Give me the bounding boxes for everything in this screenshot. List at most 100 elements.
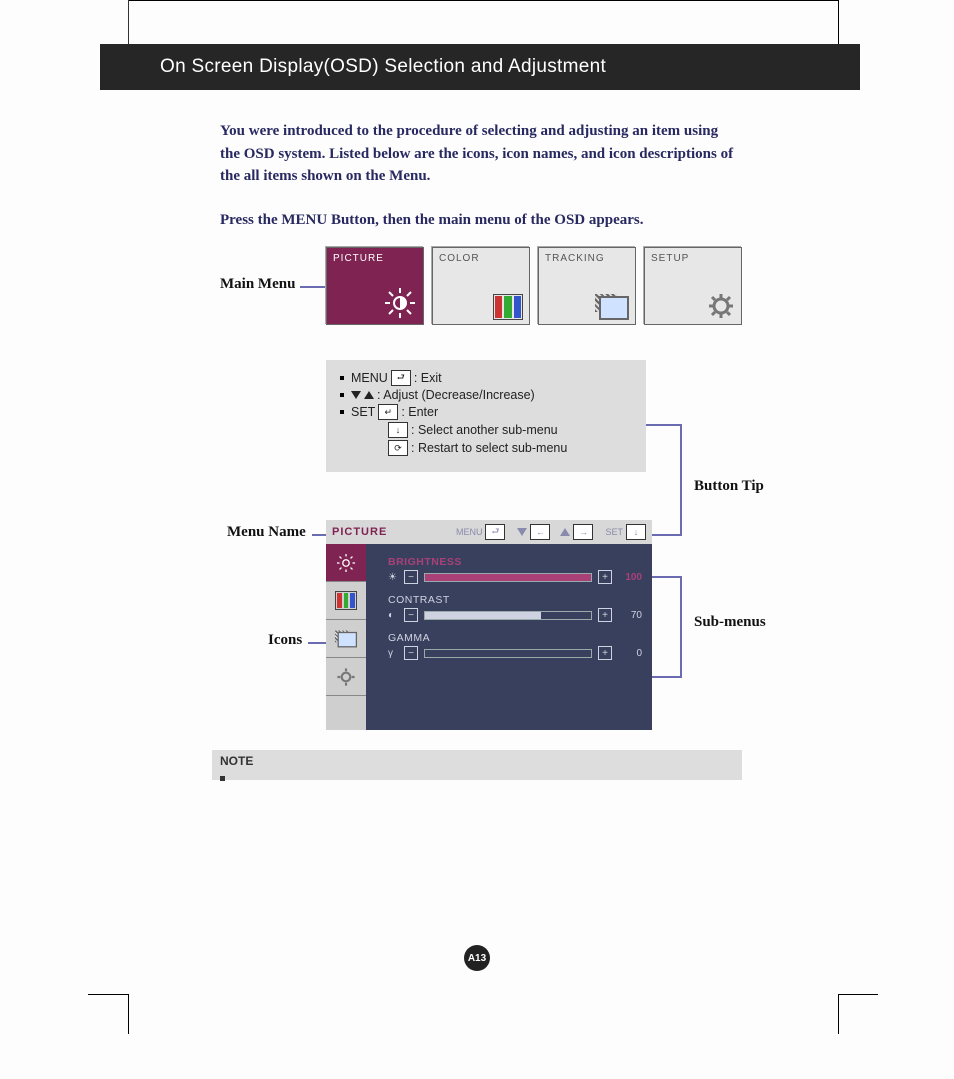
tip-down-desc: : Select another sub-menu (411, 423, 558, 437)
bullet-icon (220, 776, 225, 781)
pointer-line (680, 576, 682, 676)
label-menu-name: Menu Name (227, 524, 306, 541)
sub-contrast: CONTRAST ◐ − + 70 (388, 594, 642, 622)
crop-mark (88, 994, 128, 995)
plus-icon: + (598, 570, 612, 584)
minus-icon: − (404, 570, 418, 584)
crop-mark (838, 0, 839, 44)
enter-key-icon: ↵ (378, 404, 398, 420)
tile-tracking: TRACKING (538, 247, 636, 325)
tile-label: PICTURE (333, 253, 384, 264)
label-icons: Icons (268, 632, 302, 649)
osd-sidebar (326, 544, 366, 730)
tip-menu-desc: : Exit (414, 371, 442, 385)
sun-small-icon: ☀ (388, 572, 398, 583)
side-icon-setup (326, 658, 366, 696)
sub-value: 100 (618, 572, 642, 583)
crop-mark (128, 0, 129, 44)
tile-picture: PICTURE (326, 247, 424, 325)
return-key-icon: ⮐ (391, 370, 411, 386)
osd-title: PICTURE (332, 526, 387, 538)
pointer-line (652, 676, 682, 678)
down-key-icon: ↓ (388, 422, 408, 438)
page-number: A13 (468, 953, 486, 964)
side-icon-tracking (326, 620, 366, 658)
brightness-icon (383, 286, 417, 320)
tip-set-desc: : Enter (401, 405, 438, 419)
gamma-small-icon: γ (388, 648, 398, 659)
crop-mark (128, 0, 838, 1)
side-empty (326, 696, 366, 730)
page-title: On Screen Display(OSD) Selection and Adj… (160, 56, 606, 78)
slider-track (424, 649, 592, 658)
bullet-icon (340, 410, 344, 414)
pointer-line (300, 286, 326, 288)
osd-set-label: SET (605, 527, 623, 537)
plus-icon: + (598, 608, 612, 622)
minus-icon: − (404, 646, 418, 660)
minus-icon: − (404, 608, 418, 622)
bullet-icon (340, 393, 344, 397)
tile-setup: SETUP (644, 247, 742, 325)
sub-name: CONTRAST (388, 594, 642, 606)
side-icon-picture (326, 544, 366, 582)
label-submenus: Sub-menus (694, 614, 766, 631)
button-tip-box: MENU ⮐ : Exit : Adjust (Decrease/Increas… (326, 360, 646, 472)
tip-row-menu: MENU ⮐ : Exit (340, 370, 634, 386)
side-icon-color (326, 582, 366, 620)
sub-name: BRIGHTNESS (388, 556, 642, 568)
sub-value: 0 (618, 648, 642, 659)
tile-color: COLOR (432, 247, 530, 325)
tile-label: COLOR (439, 253, 480, 264)
pointer-line (312, 534, 326, 536)
right-key-icon: → (573, 524, 593, 540)
color-bars-icon (493, 294, 523, 320)
sub-gamma: GAMMA γ − + 0 (388, 632, 642, 660)
tip-set-label: SET (351, 405, 375, 419)
intro-paragraph: You were introduced to the procedure of … (220, 120, 740, 188)
tip-adjust-desc: : Adjust (Decrease/Increase) (377, 388, 535, 402)
page-title-bar: On Screen Display(OSD) Selection and Adj… (100, 44, 860, 90)
main-menu-tiles: PICTURE COLOR TRACKING SETUP (326, 247, 742, 325)
tip-row-set: SET ↵ : Enter (340, 404, 634, 420)
tip-row-adjust: : Adjust (Decrease/Increase) (340, 388, 634, 402)
down-arrow-icon (351, 391, 361, 399)
page-number-badge: A13 (464, 945, 490, 971)
tip-row-cycle: ⟳ : Restart to select sub-menu (340, 440, 634, 456)
down-arrow-icon (517, 528, 527, 536)
crop-mark (838, 994, 878, 995)
osd-main: BRIGHTNESS ☀ − + 100 CONTRAST ◐ − + 70 (366, 544, 652, 730)
bullet-icon (340, 376, 344, 380)
osd-menu-label: MENU (456, 527, 483, 537)
up-arrow-icon (560, 528, 570, 536)
note-label: NOTE (220, 754, 253, 768)
contrast-small-icon: ◐ (388, 610, 398, 621)
osd-header: PICTURE MENU ⮐ ← → SET ↓ (326, 520, 652, 544)
tip-cycle-desc: : Restart to select sub-menu (411, 441, 567, 455)
return-key-icon: ⮐ (485, 524, 505, 540)
osd-toolbar: MENU ⮐ ← → SET ↓ (456, 524, 646, 540)
tip-menu-label: MENU (351, 371, 388, 385)
crop-mark (128, 994, 129, 1034)
tile-label: SETUP (651, 253, 689, 264)
crop-mark (838, 994, 839, 1034)
note-bar: NOTE (212, 750, 742, 780)
osd-panel: PICTURE MENU ⮐ ← → SET ↓ (326, 520, 652, 730)
sub-value: 70 (618, 610, 642, 621)
pointer-line (652, 534, 682, 536)
label-main-menu: Main Menu (220, 276, 295, 293)
pointer-line (680, 424, 682, 534)
sub-brightness: BRIGHTNESS ☀ − + 100 (388, 556, 642, 584)
pointer-line (652, 576, 682, 578)
pointer-line (646, 424, 682, 426)
plus-icon: + (598, 646, 612, 660)
tracking-icon (595, 294, 629, 320)
sub-name: GAMMA (388, 632, 642, 644)
cycle-key-icon: ⟳ (388, 440, 408, 456)
gear-icon (707, 292, 735, 320)
press-instruction: Press the MENU Button, then the main men… (220, 212, 760, 229)
slider-track (424, 573, 592, 582)
left-key-icon: ← (530, 524, 550, 540)
tip-row-down: ↓ : Select another sub-menu (340, 422, 634, 438)
slider-track (424, 611, 592, 620)
